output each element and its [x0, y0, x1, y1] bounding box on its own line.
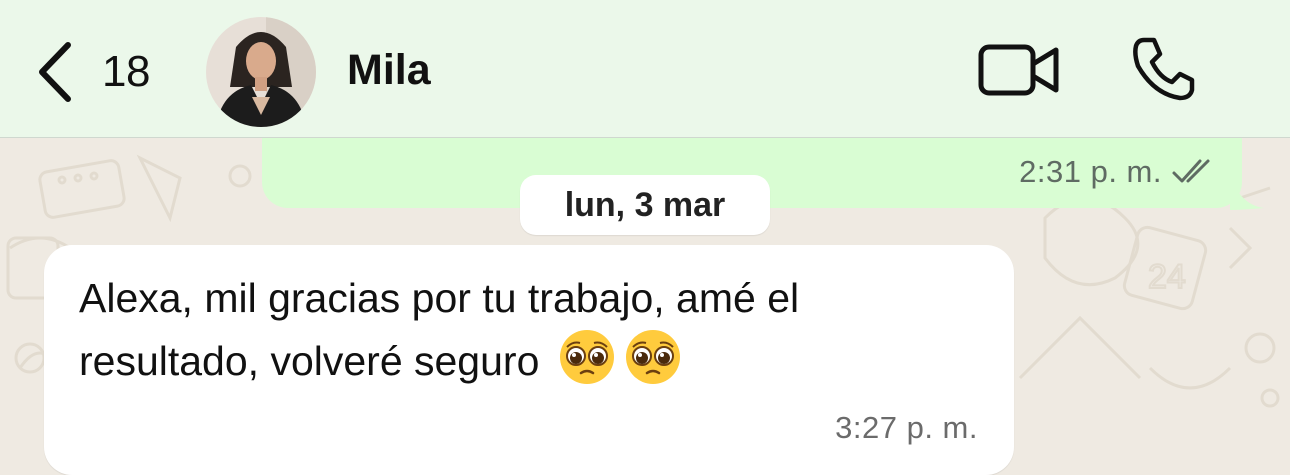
date-separator-label: lun, 3 mar: [564, 185, 726, 224]
svg-text:24: 24: [1148, 258, 1186, 296]
contact-name[interactable]: Mila: [347, 46, 431, 95]
chat-header: 18 Mila: [0, 0, 1290, 138]
back-button[interactable]: 18: [36, 40, 176, 104]
outgoing-message-meta: 2:31 p. m.: [1019, 154, 1216, 190]
unread-count: 18: [102, 47, 150, 96]
avatar[interactable]: [206, 17, 316, 127]
chevron-left-icon: [39, 42, 71, 102]
pleading-face-emoji: [623, 327, 683, 402]
incoming-message-time: 3:27 p. m.: [835, 410, 978, 445]
video-call-button[interactable]: [978, 42, 1060, 98]
voice-call-button[interactable]: [1130, 36, 1196, 102]
pleading-face-emoji: [557, 327, 617, 402]
date-separator: lun, 3 mar: [520, 175, 770, 235]
outgoing-bubble-tail: [1230, 168, 1264, 210]
incoming-message-text-container: Alexa, mil gracias por tu trabajo, amé e…: [79, 269, 979, 402]
incoming-message-text: Alexa, mil gracias por tu trabajo, amé e…: [79, 275, 800, 384]
incoming-message-bubble[interactable]: Alexa, mil gracias por tu trabajo, amé e…: [44, 245, 1014, 475]
video-camera-icon: [978, 44, 1059, 96]
double-check-icon: [1172, 159, 1210, 183]
outgoing-message-time: 2:31 p. m.: [1019, 154, 1162, 189]
avatar-image: [206, 17, 316, 127]
phone-icon: [1133, 37, 1195, 101]
